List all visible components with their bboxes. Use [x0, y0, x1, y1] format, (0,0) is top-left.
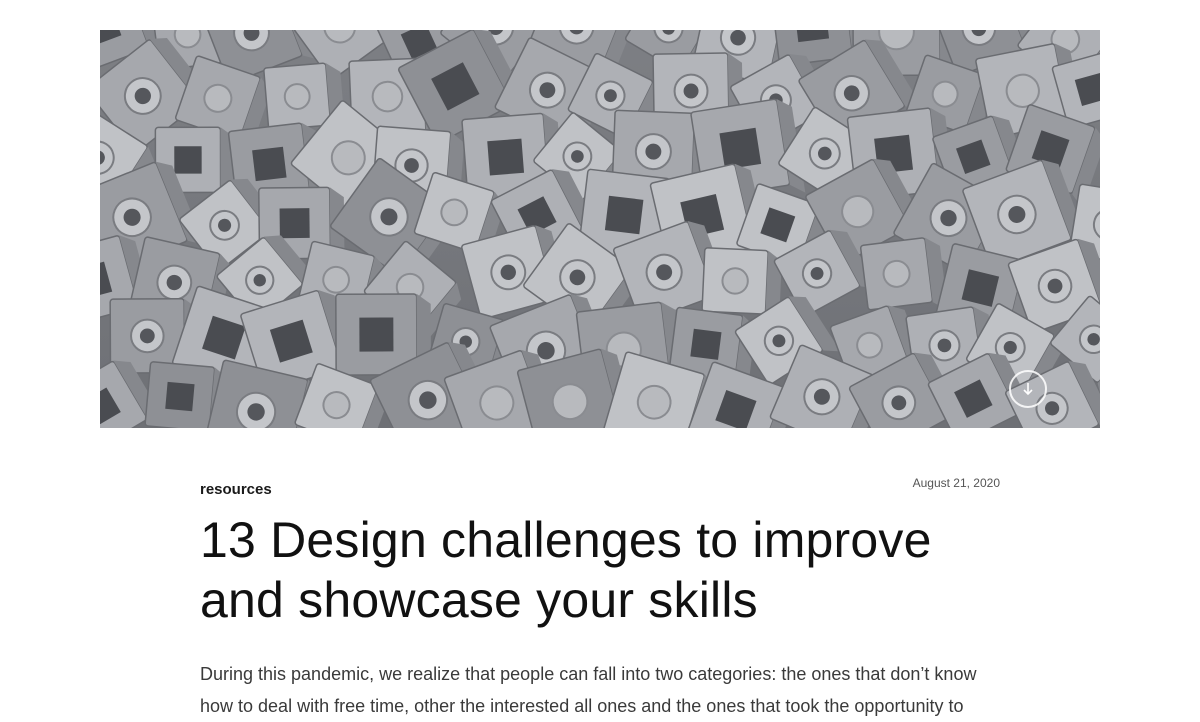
hero-image: [100, 30, 1100, 428]
article-intro: During this pandemic, we realize that pe…: [200, 664, 977, 716]
article-meta: resources August 21, 2020: [200, 470, 1000, 500]
scroll-down-button[interactable]: [1009, 370, 1047, 408]
article-title: 13 Design challenges to improve and show…: [200, 512, 932, 628]
bricks-photo: [100, 30, 1100, 428]
article: resources August 21, 2020 13 Design chal…: [200, 470, 1000, 722]
arrow-down-icon: [1023, 383, 1033, 396]
publish-date: August 21, 2020: [912, 476, 1000, 490]
category-link[interactable]: resources: [200, 481, 272, 498]
